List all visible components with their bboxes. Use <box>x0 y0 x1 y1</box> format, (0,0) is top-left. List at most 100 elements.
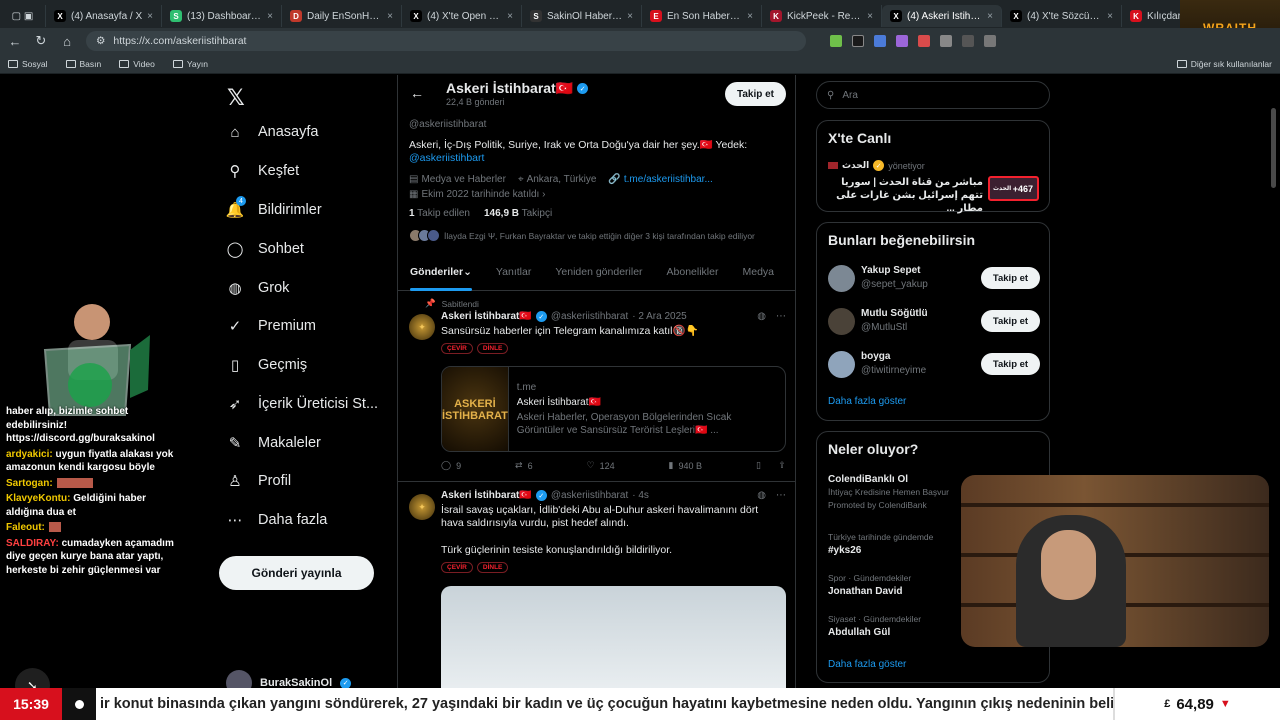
chat-username[interactable]: ardyakici: <box>6 449 53 460</box>
browser-tab[interactable]: K KickPeek - Real-tim × <box>762 5 882 27</box>
bookmark-icon[interactable]: ▯ <box>756 460 761 471</box>
extension-icon[interactable] <box>852 35 864 47</box>
nav-item-grok[interactable]: ◍ Grok <box>226 279 289 297</box>
trend-item[interactable]: Spor · Gündemdekiler Jonathan David <box>828 572 911 598</box>
follow-button[interactable]: Takip et <box>981 267 1040 289</box>
bio-link[interactable]: @askeriistihbart <box>409 152 484 164</box>
grok-icon[interactable]: ◍ <box>757 490 766 501</box>
extension-icon[interactable] <box>918 35 930 47</box>
translate-button[interactable]: ÇEVİR <box>441 562 473 573</box>
profile-tab[interactable]: Medya <box>730 253 786 291</box>
browser-tab[interactable]: S (13) Dashboard / St × <box>162 5 282 27</box>
bookmark-folder[interactable]: Video <box>119 59 155 69</box>
followers-count[interactable]: 146,9 B Takipçi <box>484 208 552 219</box>
profile-tab[interactable]: Abonelikler <box>655 253 731 291</box>
nav-item-chat[interactable]: ◯ Sohbet <box>226 240 304 258</box>
reply-button[interactable]: ◯ 9 <box>441 460 461 471</box>
avatar[interactable]: ✦ <box>409 494 435 520</box>
tab-switcher-button[interactable]: ▢ ▣ <box>0 5 46 27</box>
nav-item-more[interactable]: ⋯ Daha fazla <box>226 511 328 529</box>
follow-button[interactable]: Takip et <box>981 353 1040 375</box>
close-tab-icon[interactable]: × <box>1107 11 1113 22</box>
browser-tab[interactable]: X (4) X'te Open Sourc × <box>402 5 522 27</box>
chat-username[interactable]: Sartogan: <box>6 478 53 489</box>
tweet-media-image[interactable] <box>441 586 786 688</box>
share-icon[interactable]: ⇪ <box>778 460 786 471</box>
nav-item-bookmark[interactable]: ▯ Geçmiş <box>226 356 307 374</box>
close-tab-icon[interactable]: × <box>147 11 153 22</box>
chat-username[interactable]: Faleout: <box>6 522 45 533</box>
following-count[interactable]: 1 Takip edilen <box>409 208 470 219</box>
page-scrollbar[interactable] <box>1271 108 1276 188</box>
nav-item-rocket[interactable]: ➶ İçerik Üreticisi St... <box>226 395 378 413</box>
browser-tab[interactable]: D Daily EnSonHaber × <box>282 5 402 27</box>
views-button[interactable]: ▮ 940 B <box>669 460 702 471</box>
extension-icon[interactable] <box>940 35 952 47</box>
extension-icon[interactable] <box>984 35 996 47</box>
profile-tab[interactable]: Yeniden gönderiler <box>543 253 654 291</box>
repost-button[interactable]: ⇄ 6 <box>515 460 533 471</box>
chat-username[interactable]: SALDIRAY: <box>6 538 59 549</box>
close-tab-icon[interactable]: × <box>747 11 753 22</box>
like-button[interactable]: ♡ 124 <box>587 460 615 471</box>
close-tab-icon[interactable]: × <box>987 11 993 22</box>
extension-icon[interactable] <box>962 35 974 47</box>
bookmark-folder[interactable]: Yayın <box>172 59 208 69</box>
close-tab-icon[interactable]: × <box>387 11 393 22</box>
browser-tab[interactable]: E En Son Haber - Hab × <box>642 5 762 27</box>
other-bookmarks-folder[interactable]: Diğer sık kullanılanlar <box>1176 59 1272 69</box>
live-listeners[interactable]: الحدث +467 <box>988 176 1039 201</box>
back-arrow-icon[interactable]: ← <box>410 85 424 101</box>
bookmark-folder[interactable]: Basın <box>65 59 101 69</box>
extension-icon[interactable] <box>896 35 908 47</box>
close-tab-icon[interactable]: × <box>867 11 873 22</box>
live-title-text[interactable]: مباشر من قناة الحدث | سوريا تتهم إسرائيل… <box>828 176 983 215</box>
close-tab-icon[interactable]: × <box>267 11 273 22</box>
close-tab-icon[interactable]: × <box>507 11 513 22</box>
profile-tab[interactable]: Gönderiler ⌄ <box>398 253 484 291</box>
bookmark-folder[interactable]: Sosyal <box>8 59 48 69</box>
browser-tab[interactable]: X (4) X'te Sözcü: "CHP × <box>1002 5 1122 27</box>
grok-icon[interactable]: ◍ <box>757 311 766 322</box>
show-more-link[interactable]: Daha fazla göster <box>828 396 906 407</box>
nav-item-bell[interactable]: 🔔 4 Bildirimler <box>226 196 322 219</box>
nav-item-profile[interactable]: ♙ Profil <box>226 472 291 490</box>
followers-you-know[interactable]: İlayda Ezgi Ψ, Furkan Bayraktar ve takip… <box>409 229 755 242</box>
link-card[interactable]: ASKERİ İSTİHBARAT t.me Askeri İstihbarat… <box>441 366 786 452</box>
trend-item[interactable]: Türkiye tarihinde gündemde #yks26 <box>828 531 933 557</box>
post-button[interactable]: Gönderi yayınla <box>219 556 374 590</box>
browser-tab[interactable]: S SakinOl Haber Mer × <box>522 5 642 27</box>
trend-item[interactable]: ColendiBanklı Ol İhtiyaç Kredisine Hemen… <box>828 473 949 512</box>
suggested-user[interactable]: Mutlu Söğütlü @MutluStl Takip et <box>828 307 1040 335</box>
home-icon[interactable]: ⌂ <box>60 34 74 49</box>
nav-item-premium[interactable]: ✓ Premium <box>226 317 316 335</box>
suggested-user[interactable]: Yakup Sepet @sepet_yakup Takip et <box>828 264 1040 292</box>
nav-item-home[interactable]: ⌂ Anasayfa <box>226 123 318 141</box>
follow-button[interactable]: Takip et <box>725 82 786 106</box>
more-icon[interactable]: ⋯ <box>776 490 786 501</box>
website[interactable]: 🔗 t.me/askeriistihbar... <box>608 174 712 185</box>
back-icon[interactable]: ← <box>8 34 22 49</box>
trend-item[interactable]: Siyaset · Gündemdekiler Abdullah Gül <box>828 613 921 639</box>
listen-button[interactable]: DİNLE <box>476 562 509 573</box>
chat-username[interactable]: KlavyeKontu: <box>6 493 70 504</box>
search-box[interactable]: ⚲ Ara <box>816 81 1050 109</box>
suggested-user[interactable]: boyga @tiwitirneyime Takip et <box>828 350 1040 378</box>
follow-button[interactable]: Takip et <box>981 310 1040 332</box>
url-field[interactable]: ⚙ https://x.com/askeriistihbarat <box>86 31 806 51</box>
site-info-icon[interactable]: ⚙ <box>96 35 105 47</box>
extension-icon[interactable] <box>830 35 842 47</box>
tweet[interactable]: ✦ Askeri İstihbarat🇹🇷 ✓ @askeriistihbara… <box>398 482 795 688</box>
listen-button[interactable]: DİNLE <box>476 343 509 354</box>
nav-item-search[interactable]: ⚲ Keşfet <box>226 162 300 180</box>
profile-tab[interactable]: Yanıtlar <box>484 253 543 291</box>
translate-button[interactable]: ÇEVİR <box>441 343 473 354</box>
avatar[interactable]: ✦ <box>409 314 435 340</box>
close-tab-icon[interactable]: × <box>627 11 633 22</box>
x-logo-icon[interactable]: 𝕏 <box>227 85 245 111</box>
nav-item-article[interactable]: ✎ Makaleler <box>226 434 321 452</box>
tweet-pinned[interactable]: 📌 Sabitlendi ✦ Askeri İstihbarat🇹🇷 ✓ @ask… <box>398 292 795 482</box>
browser-tab[interactable]: X (4) Anasayfa / X × <box>46 5 162 27</box>
browser-tab[interactable]: X (4) Askeri İstihbara × <box>882 5 1002 27</box>
reload-icon[interactable]: ↻ <box>34 33 48 49</box>
